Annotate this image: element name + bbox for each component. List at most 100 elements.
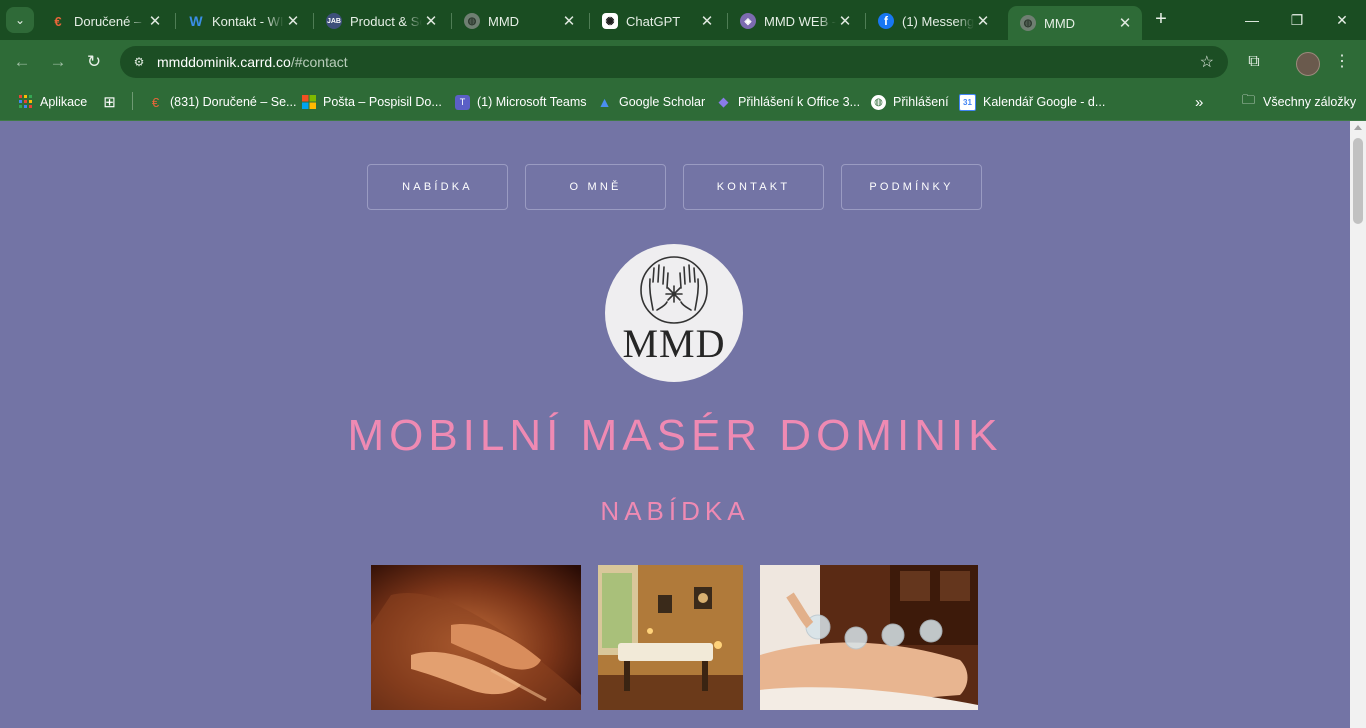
- tab-title: MMD: [488, 13, 520, 29]
- chatgpt-icon: ✺: [602, 13, 618, 29]
- bookmark-office[interactable]: ◆ Přihlášení k Office 3...: [716, 92, 861, 112]
- all-bookmarks-button[interactable]: 🗀 Všechny záložky: [1241, 92, 1356, 112]
- bookmark-label: Google Scholar: [619, 95, 706, 109]
- minimize-button[interactable]: —: [1232, 8, 1272, 32]
- puzzle-icon: ⧉: [1248, 53, 1260, 70]
- tab-doruceno[interactable]: € Doručené – Se ✕: [38, 6, 172, 36]
- bookmark-label: Aplikace: [40, 95, 88, 109]
- all-bookmarks-label: Všechny záložky: [1263, 95, 1357, 109]
- massage-room-photo: [598, 565, 743, 710]
- profile-avatar[interactable]: [1296, 52, 1320, 76]
- jab-icon: JAB: [326, 13, 342, 29]
- bookmarks-divider: [132, 92, 133, 110]
- seznam-icon: €: [151, 94, 160, 110]
- close-icon[interactable]: ✕: [974, 12, 992, 30]
- nav-kontakt[interactable]: KONTAKT: [683, 164, 824, 210]
- tab-search-button[interactable]: ⌄: [6, 7, 34, 33]
- tab-title: Doručené – Se: [74, 13, 146, 29]
- calendar-icon: 31: [959, 93, 976, 111]
- restore-icon: ❐: [1290, 12, 1304, 28]
- teams-icon: T: [455, 94, 470, 110]
- logo-text: MMD: [622, 321, 726, 366]
- close-icon: ✕: [1336, 12, 1348, 28]
- site-info-icon[interactable]: ⚙: [130, 53, 148, 71]
- close-window-button[interactable]: ✕: [1322, 8, 1362, 32]
- close-icon[interactable]: ✕: [698, 12, 716, 30]
- bookmarks-bar: Aplikace ⊞ € (831) Doručené – Se... Pošt…: [0, 84, 1366, 121]
- nav-nabidka[interactable]: NABÍDKA: [367, 164, 508, 210]
- bookmark-kalendar[interactable]: 31 Kalendář Google - d...: [959, 92, 1105, 112]
- tab-chatgpt[interactable]: ✺ ChatGPT ✕: [590, 6, 724, 36]
- more-vertical-icon: ⋮: [1334, 53, 1350, 70]
- address-url[interactable]: mmddominik.carrd.co/#contact: [157, 54, 348, 70]
- close-icon[interactable]: ✕: [284, 12, 302, 30]
- site-title: MOBILNÍ MASÉR DOMINIK: [347, 411, 1003, 460]
- apps-grid-icon: [18, 95, 33, 110]
- bookmark-doruceno[interactable]: € (831) Doručené – Se...: [148, 92, 297, 112]
- shield-icon: ◈: [740, 13, 756, 29]
- close-icon[interactable]: ✕: [146, 12, 164, 30]
- address-bar[interactable]: ⚙ mmddominik.carrd.co/#contact ☆: [120, 46, 1228, 78]
- reload-button[interactable]: ↻: [82, 50, 106, 74]
- section-title: NABÍDKA: [600, 496, 750, 526]
- cupping-therapy-photo: [760, 565, 978, 710]
- nav-podminky[interactable]: PODMÍNKY: [841, 164, 982, 210]
- page-scrollbar[interactable]: [1350, 121, 1366, 728]
- url-host: mmddominik.carrd.co: [157, 54, 291, 70]
- bookmark-posta[interactable]: Pošta – Pospisil Do...: [301, 92, 442, 112]
- url-path: /#contact: [290, 54, 348, 70]
- forward-button[interactable]: →: [46, 50, 70, 74]
- bookmark-scholar[interactable]: ▲ Google Scholar: [597, 92, 706, 112]
- tab-title: MMD: [1044, 15, 1076, 31]
- tab-mmd[interactable]: ◍ MMD ✕: [452, 6, 586, 36]
- back-button[interactable]: ←: [10, 50, 34, 74]
- close-icon[interactable]: ✕: [1116, 14, 1134, 32]
- tab-strip: ⌄ € Doručené – Se ✕ W Kontakt - WI ✕ JAB…: [0, 0, 1366, 40]
- nav-o-mne[interactable]: O MNĚ: [525, 164, 666, 210]
- extensions-button[interactable]: ⧉: [1242, 50, 1266, 74]
- close-icon[interactable]: ✕: [836, 12, 854, 30]
- close-icon[interactable]: ✕: [560, 12, 578, 30]
- webnode-icon: W: [189, 13, 203, 29]
- restore-button[interactable]: ❐: [1277, 8, 1317, 32]
- new-tab-button[interactable]: +: [1150, 8, 1172, 32]
- folder-icon: 🗀: [1241, 92, 1255, 107]
- bookmark-label: (831) Doručené – Se...: [170, 95, 297, 109]
- scroll-up-icon[interactable]: [1354, 125, 1362, 130]
- tab-title: Kontakt - WI: [212, 13, 284, 29]
- more-bookmarks-button[interactable]: »: [1195, 92, 1203, 112]
- bookmark-prihlaseni[interactable]: ◍ Přihlášení: [871, 92, 949, 112]
- tab-kontakt[interactable]: W Kontakt - WI ✕: [176, 6, 310, 36]
- close-icon[interactable]: ✕: [422, 12, 440, 30]
- tab-mmd-active[interactable]: ◍ MMD ✕: [1008, 6, 1142, 40]
- grid-icon: ⊞: [103, 94, 116, 111]
- browser-menu-button[interactable]: ⋮: [1330, 50, 1354, 74]
- tab-mmd-web[interactable]: ◈ MMD WEB - ✕: [728, 6, 862, 36]
- arrow-right-icon: →: [49, 52, 67, 71]
- tab-title: (1) Messenge: [902, 13, 974, 29]
- scroll-thumb[interactable]: [1353, 138, 1363, 224]
- tab-messenger[interactable]: f (1) Messenge ✕: [866, 6, 1000, 36]
- arrow-left-icon: ←: [13, 52, 31, 71]
- bookmark-star-icon[interactable]: ☆: [1200, 52, 1214, 72]
- bookmark-label: Přihlášení: [893, 95, 949, 109]
- bookmark-label: Přihlášení k Office 3...: [738, 95, 861, 109]
- chevron-down-icon: ⌄: [14, 13, 26, 27]
- globe-icon: ◍: [1020, 15, 1036, 31]
- scholar-icon: ▲: [597, 94, 612, 110]
- globe-icon: ◍: [871, 94, 886, 110]
- page-content: NABÍDKA O MNĚ KONTAKT PODMÍNKY MMD MOBIL…: [0, 121, 1350, 728]
- bookmark-aplikace[interactable]: Aplikace: [18, 92, 87, 112]
- minimize-icon: —: [1245, 12, 1259, 28]
- seznam-icon: €: [54, 13, 62, 29]
- plus-icon: +: [1155, 8, 1167, 30]
- tab-title: MMD WEB -: [764, 13, 836, 29]
- bookmark-label: Kalendář Google - d...: [983, 95, 1106, 109]
- site-logo: MMD: [605, 244, 743, 382]
- bookmark-teams[interactable]: T (1) Microsoft Teams: [455, 92, 587, 112]
- tab-product[interactable]: JAB Product & Se ✕: [314, 6, 448, 36]
- globe-icon: ◍: [464, 13, 480, 29]
- office-icon: ◆: [718, 94, 729, 109]
- tab-groups-button[interactable]: ⊞: [102, 92, 124, 112]
- browser-toolbar: ← → ↻ ⚙ mmddominik.carrd.co/#contact ☆ ⧉…: [0, 40, 1366, 84]
